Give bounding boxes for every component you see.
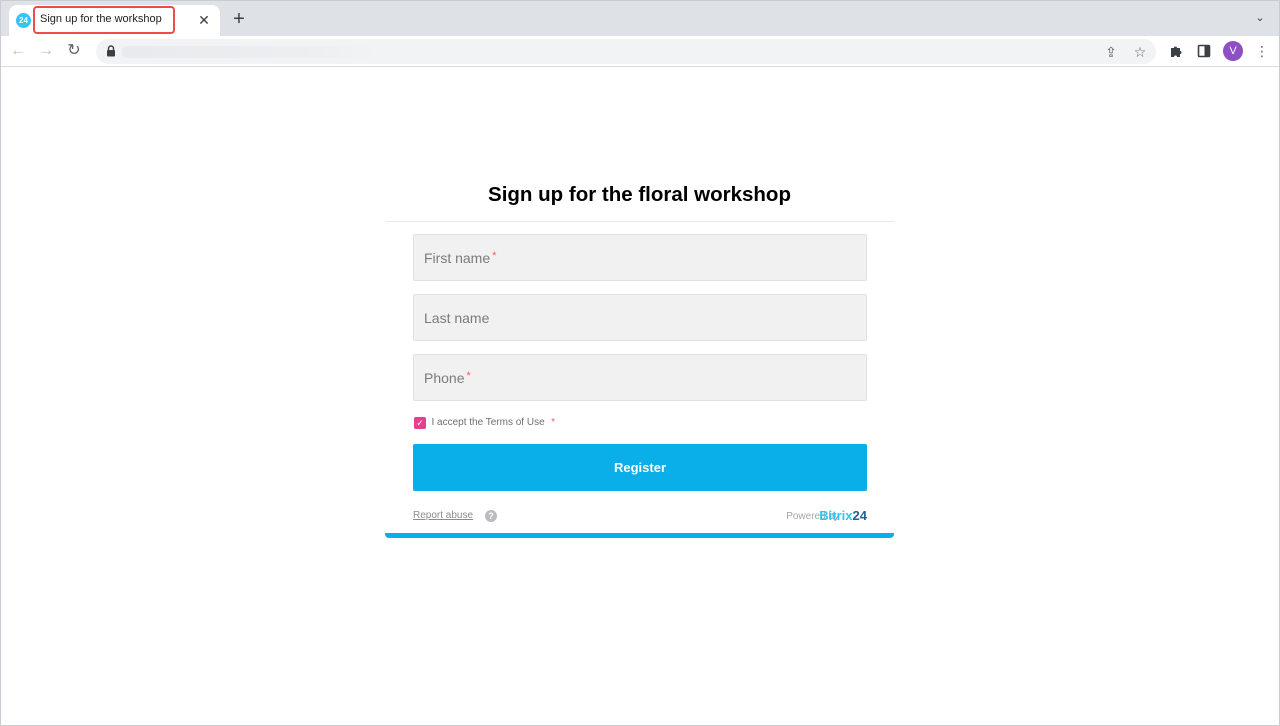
first-name-placeholder: First name *: [424, 250, 497, 266]
register-button[interactable]: Register: [413, 444, 867, 491]
signup-form: Sign up for the floral workshop First na…: [385, 171, 894, 539]
form-bottom-accent: [385, 533, 894, 538]
share-icon[interactable]: ⇪: [1102, 43, 1120, 61]
terms-label[interactable]: I accept the Terms of Use: [431, 417, 544, 428]
side-panel-icon[interactable]: [1195, 42, 1213, 60]
terms-consent: ✓ I accept the Terms of Use *: [414, 414, 556, 429]
close-icon[interactable]: ✕: [196, 12, 212, 28]
bitrix24-favicon-icon: 24: [16, 13, 31, 28]
profile-avatar[interactable]: V: [1223, 41, 1243, 61]
terms-checkbox[interactable]: ✓: [414, 416, 426, 429]
plus-icon[interactable]: +: [229, 9, 249, 29]
tab-title: Sign up for the workshop: [40, 13, 162, 25]
tab-strip: 24 Sign up for the workshop ✕ + ⌄: [1, 1, 1279, 36]
form-footer: Report abuse ? Powered by Bitrix24: [413, 508, 867, 525]
required-mark: *: [551, 417, 556, 429]
required-mark: *: [492, 250, 497, 262]
address-bar[interactable]: ⇪ ☆: [96, 39, 1156, 64]
tab-title-highlight: Sign up for the workshop: [33, 6, 175, 34]
phone-field[interactable]: Phone *: [413, 354, 867, 401]
chevron-down-icon[interactable]: ⌄: [1253, 11, 1267, 25]
bitrix24-logo[interactable]: Bitrix24: [819, 508, 867, 523]
help-icon[interactable]: ?: [485, 510, 497, 522]
report-abuse-link[interactable]: Report abuse: [413, 510, 473, 521]
arrow-right-icon[interactable]: →: [36, 41, 56, 61]
url-text: [122, 46, 377, 58]
browser-tab[interactable]: 24 Sign up for the workshop ✕: [9, 5, 220, 36]
last-name-field[interactable]: Last name: [413, 294, 867, 341]
required-mark: *: [466, 370, 471, 382]
first-name-field[interactable]: First name *: [413, 234, 867, 281]
lock-icon: [107, 45, 115, 57]
phone-placeholder: Phone *: [424, 370, 471, 386]
puzzle-icon[interactable]: [1167, 42, 1185, 60]
kebab-menu-icon[interactable]: ⋮: [1253, 42, 1271, 60]
star-icon[interactable]: ☆: [1131, 43, 1149, 61]
reload-icon[interactable]: ↻: [64, 41, 84, 61]
browser-toolbar: ← → ↻ ⇪ ☆ V ⋮: [1, 36, 1279, 67]
arrow-left-icon[interactable]: ←: [8, 41, 28, 61]
title-divider: [385, 221, 894, 222]
last-name-placeholder: Last name: [424, 310, 490, 326]
form-title: Sign up for the floral workshop: [488, 183, 791, 206]
